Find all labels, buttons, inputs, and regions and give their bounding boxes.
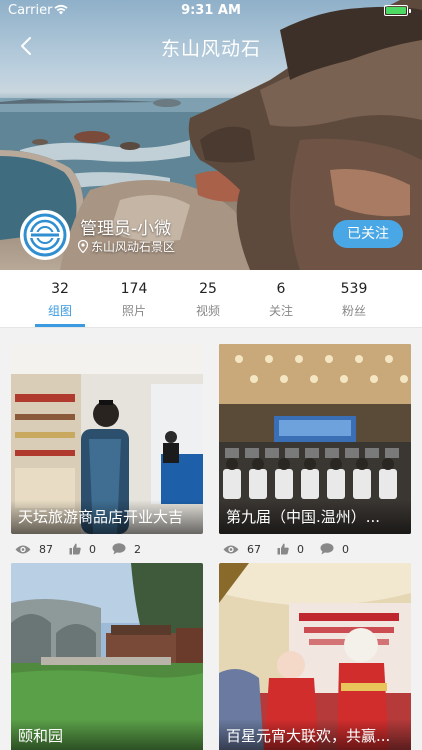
album-grid: 天坛旅游商品店开业大吉 87 0 2 第九届（中国.温州）... 67 0 0 … <box>0 329 422 750</box>
album-title: 颐和园 <box>11 719 203 750</box>
tab-videos[interactable]: 25 视频 <box>171 270 245 328</box>
avatar[interactable] <box>20 210 70 260</box>
album-thumbnail: 第九届（中国.温州）... <box>219 344 411 534</box>
like-count-value: 0 <box>89 542 96 556</box>
profile-name: 管理员-小微 <box>80 219 172 239</box>
tab-count: 6 <box>276 281 286 297</box>
tab-count: 174 <box>120 281 148 297</box>
tab-label: 视频 <box>195 304 220 318</box>
like-count[interactable]: 0 <box>69 543 96 556</box>
album-card[interactable]: 百星元宵大联欢，共赢... <box>219 563 411 750</box>
album-title: 百星元宵大联欢，共赢... <box>219 719 411 750</box>
view-count-value: 67 <box>247 542 261 556</box>
profile-banner: Carrier 9:31 AM 东山风动石 管理员-小微 东山风动石景区 已关注 <box>0 0 422 270</box>
eye-icon <box>223 545 239 553</box>
comment-count[interactable]: 2 <box>112 543 141 556</box>
like-count[interactable]: 0 <box>277 543 304 556</box>
location-label: 东山风动石景区 <box>91 240 176 254</box>
battery-icon <box>384 5 411 16</box>
active-tab-indicator <box>35 324 85 327</box>
comment-icon <box>112 543 126 555</box>
tab-label: 关注 <box>268 304 293 318</box>
view-count-value: 87 <box>39 542 53 556</box>
album-thumbnail: 百星元宵大联欢，共赢... <box>219 563 411 750</box>
tab-label: 粉丝 <box>341 304 366 318</box>
album-title: 天坛旅游商品店开业大吉 <box>11 500 203 534</box>
tab-count: 25 <box>199 281 217 297</box>
like-count-value: 0 <box>297 542 304 556</box>
follow-button[interactable]: 已关注 <box>333 220 403 248</box>
album-card[interactable]: 颐和园 <box>11 563 203 750</box>
location-pin-icon <box>78 240 88 253</box>
album-title: 第九届（中国.温州）... <box>219 500 411 534</box>
album-card[interactable]: 第九届（中国.温州）... 67 0 0 <box>219 344 411 564</box>
stats-tabs: 32 组图 174 照片 25 视频 6 关注 539 粉丝 <box>0 270 422 328</box>
album-thumbnail: 颐和园 <box>11 563 203 750</box>
tab-count: 32 <box>51 281 69 297</box>
tab-label: 组图 <box>47 304 72 318</box>
profile-location: 东山风动石景区 <box>78 238 175 255</box>
tab-label: 照片 <box>121 304 146 318</box>
thumbs-up-icon <box>69 543 81 555</box>
nav-bar: 东山风动石 <box>0 24 422 68</box>
status-time: 9:31 AM <box>181 3 241 18</box>
tab-photos[interactable]: 174 照片 <box>97 270 171 328</box>
album-stats: 67 0 0 <box>219 534 411 564</box>
view-count: 67 <box>223 543 261 556</box>
comment-count-value: 2 <box>134 542 141 556</box>
tab-count: 539 <box>340 281 368 297</box>
status-bar: Carrier 9:31 AM <box>0 0 422 22</box>
comment-icon <box>320 543 334 555</box>
page-title: 东山风动石 <box>160 38 261 60</box>
comment-count-value: 0 <box>342 542 349 556</box>
comment-count[interactable]: 0 <box>320 543 349 556</box>
album-stats: 87 0 2 <box>11 534 203 564</box>
view-count: 87 <box>15 543 53 556</box>
album-thumbnail: 天坛旅游商品店开业大吉 <box>11 344 203 534</box>
eye-icon <box>15 545 31 553</box>
tab-albums[interactable]: 32 组图 <box>23 270 97 328</box>
tab-fans[interactable]: 539 粉丝 <box>317 270 391 328</box>
album-card[interactable]: 天坛旅游商品店开业大吉 87 0 2 <box>11 344 203 564</box>
thumbs-up-icon <box>277 543 289 555</box>
tab-following[interactable]: 6 关注 <box>244 270 318 328</box>
avatar-logo-icon <box>23 213 67 257</box>
